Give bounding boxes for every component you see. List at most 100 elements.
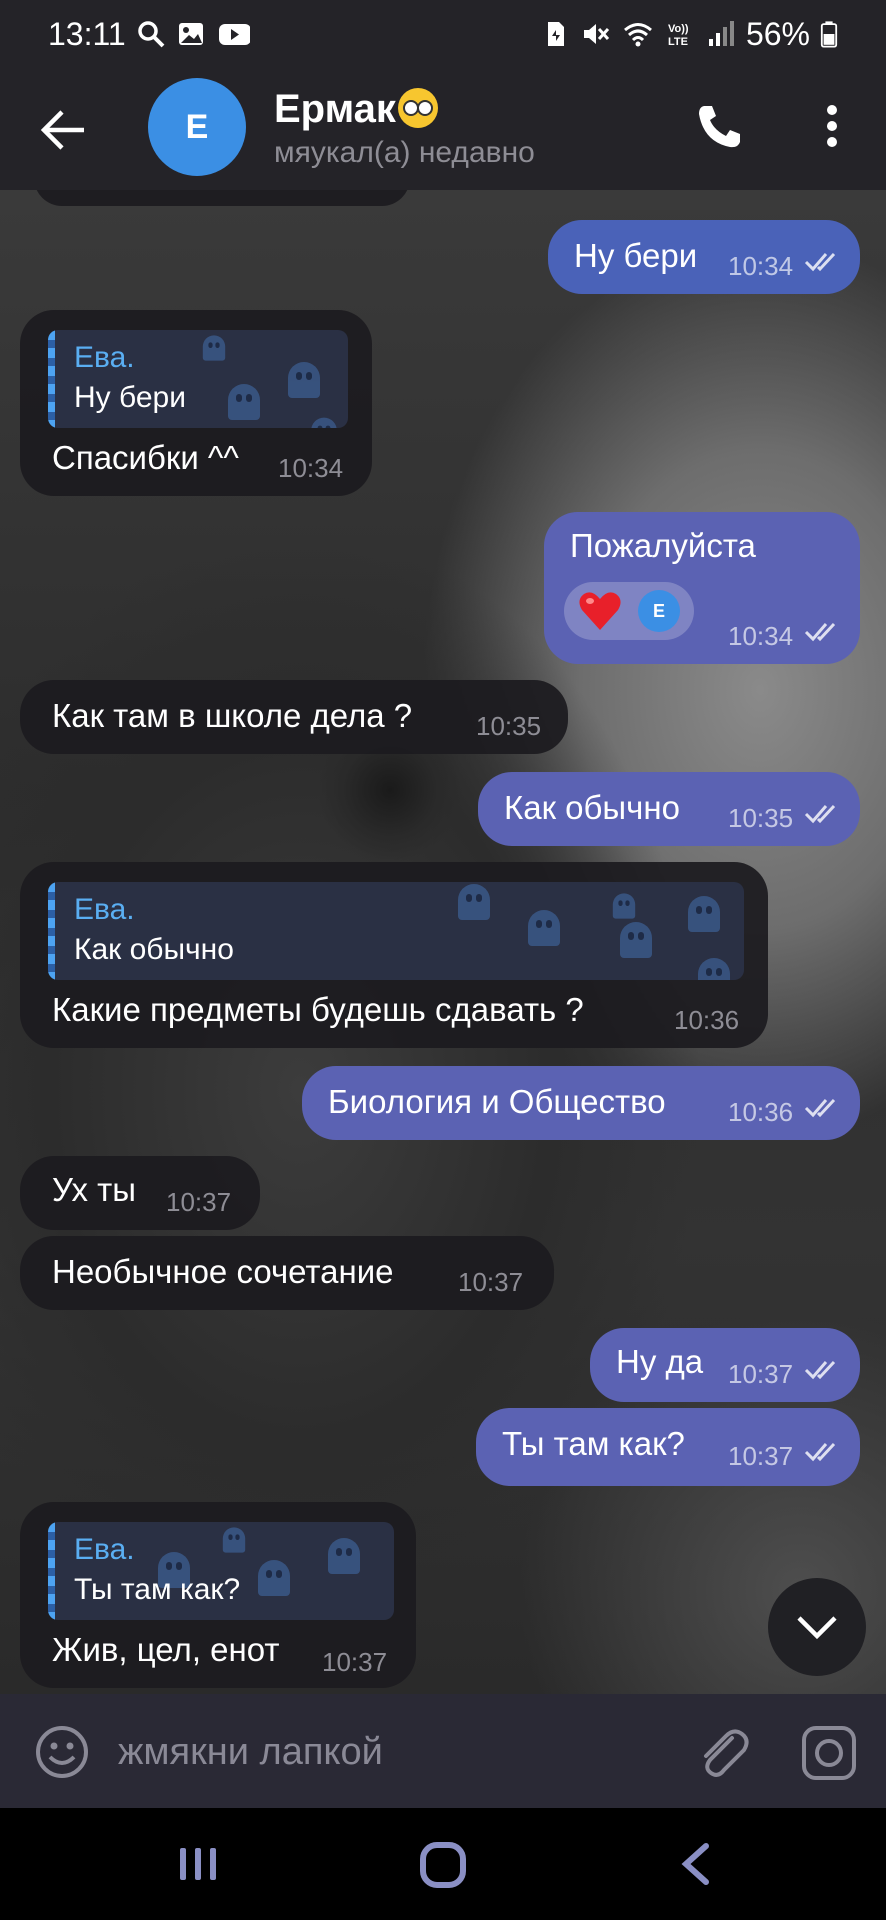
message-time: 10:35 — [476, 711, 542, 741]
message-time: 10:37 — [458, 1267, 524, 1297]
message-text: Ух ты — [52, 1171, 136, 1208]
reply-text: Как обычно — [74, 933, 234, 966]
scroll-to-bottom-button[interactable] — [768, 1578, 866, 1676]
contact-status: мяукал(а) недавно — [274, 136, 535, 169]
reply-author: Ева. — [74, 341, 135, 374]
reply-bar — [48, 330, 55, 428]
eye-roll-emoji-icon — [397, 88, 438, 128]
camera-icon[interactable] — [800, 1724, 858, 1782]
double-check-icon — [804, 1098, 836, 1118]
double-check-icon — [804, 804, 836, 824]
message-text: Биология и Общество — [328, 1083, 666, 1120]
message-time: 10:35 — [728, 803, 794, 833]
reaction-avatar: E — [638, 590, 680, 632]
message-text: Жив, цел, енот — [52, 1631, 280, 1668]
more-vert-icon[interactable] — [810, 100, 854, 152]
phone-icon[interactable] — [694, 100, 746, 152]
ghost-pattern-icon — [698, 958, 730, 980]
contact-name: Ермак — [274, 87, 396, 131]
nav-back-icon[interactable] — [676, 1840, 716, 1888]
double-check-icon — [804, 1360, 836, 1380]
message-time: 10:36 — [728, 1097, 794, 1127]
double-check-icon — [804, 622, 836, 642]
message-text: Ну да — [616, 1343, 704, 1380]
chevron-down-icon — [797, 1616, 837, 1640]
svg-text:Vo)): Vo)) — [668, 23, 689, 35]
message-incoming[interactable]: Ева. Ну бери Спасибки ^^ 10:34 — [20, 310, 372, 496]
message-text: Ну бери — [574, 237, 698, 274]
message-composer — [0, 1694, 886, 1808]
ghost-pattern-icon — [458, 884, 490, 920]
search-icon — [137, 21, 165, 48]
message-time: 10:34 — [728, 251, 794, 281]
message-incoming[interactable]: Как там в школе дела ? 10:35 — [20, 680, 568, 754]
double-check-icon — [804, 1442, 836, 1462]
message-input[interactable] — [116, 1720, 680, 1784]
battery-percent: 56% — [745, 15, 810, 52]
message-time: 10:37 — [322, 1647, 388, 1677]
svg-text:LTE: LTE — [668, 36, 688, 48]
home-icon[interactable] — [418, 1840, 468, 1890]
ghost-pattern-icon — [612, 893, 636, 919]
heart-icon — [579, 592, 621, 630]
gallery-icon — [178, 23, 203, 45]
message-incoming[interactable]: Необычное сочетание 10:37 — [20, 1236, 554, 1310]
ghost-pattern-icon — [222, 1527, 246, 1553]
message-text: Какие предметы будешь сдавать ? — [52, 991, 584, 1028]
reply-quote[interactable]: Ева. Как обычно — [48, 882, 744, 980]
message-text: Спасибки ^^ — [52, 439, 239, 476]
contact-name-block[interactable]: Ермак — [274, 82, 438, 132]
ghost-pattern-icon — [311, 417, 337, 428]
message-text: Необычное сочетание — [52, 1253, 394, 1290]
recent-apps-icon[interactable] — [176, 1844, 220, 1884]
wifi-icon — [623, 23, 652, 47]
chat-area[interactable]: Ну бери 10:34 Ева. Ну бери Спасибки ^^ 1… — [0, 190, 886, 1694]
ghost-pattern-icon — [202, 335, 226, 361]
ghost-pattern-icon — [258, 1560, 290, 1596]
reply-text: Ну бери — [74, 381, 186, 414]
battery-icon — [820, 21, 838, 48]
message-time: 10:37 — [166, 1187, 232, 1217]
status-time: 13:11 — [48, 15, 126, 52]
message-text: Ты там как? — [502, 1425, 685, 1462]
volte-icon: Vo)) LTE — [668, 23, 689, 48]
message-outgoing[interactable]: Ну бери 10:34 — [548, 220, 860, 294]
message-time: 10:34 — [278, 453, 344, 483]
paperclip-icon[interactable] — [692, 1722, 752, 1782]
ghost-pattern-icon — [528, 910, 560, 946]
emoji-icon[interactable] — [34, 1724, 90, 1780]
message-outgoing[interactable]: Ну да 10:37 — [590, 1328, 860, 1402]
reply-author: Ева. — [74, 1533, 135, 1566]
message-outgoing[interactable]: Биология и Общество 10:36 — [302, 1066, 860, 1140]
message-incoming[interactable]: Ева. Ты там как? Жив, цел, енот 10:37 — [20, 1502, 416, 1688]
message-incoming[interactable]: Ева. Как обычно Какие предметы будешь сд… — [20, 862, 768, 1048]
message-time: 10:34 — [728, 621, 794, 651]
reply-bar — [48, 882, 55, 980]
message-time: 10:37 — [728, 1359, 794, 1389]
reply-quote[interactable]: Ева. Ты там как? — [48, 1522, 394, 1620]
youtube-icon — [218, 24, 250, 45]
message-text: Пожалуйста — [570, 527, 756, 564]
ghost-pattern-icon — [620, 922, 652, 958]
message-time: 10:37 — [728, 1441, 794, 1471]
message-time: 10:36 — [674, 1005, 740, 1035]
reply-quote[interactable]: Ева. Ну бери — [48, 330, 348, 428]
ghost-pattern-icon — [288, 362, 320, 398]
message-outgoing[interactable]: Ты там как? 10:37 — [476, 1408, 860, 1486]
contact-avatar[interactable]: E — [148, 78, 246, 176]
message-text: Как там в школе дела ? — [52, 697, 413, 734]
status-bar: 13:11 Vo)) LTE 56% — [0, 0, 886, 68]
sim-icon — [547, 22, 564, 46]
message-incoming[interactable]: Ух ты 10:37 — [20, 1156, 260, 1230]
ghost-pattern-icon — [328, 1538, 360, 1574]
chat-header: E Ермак мяукал(а) недавно — [0, 68, 886, 190]
back-arrow-icon[interactable] — [38, 104, 90, 156]
message-outgoing[interactable]: Как обычно 10:35 — [478, 772, 860, 846]
reply-author: Ева. — [74, 893, 135, 926]
double-check-icon — [804, 252, 836, 272]
ghost-pattern-icon — [228, 384, 260, 420]
reply-bar — [48, 1522, 55, 1620]
ghost-pattern-icon — [688, 896, 720, 932]
message-outgoing[interactable]: Пожалуйста E 10:34 — [544, 512, 860, 664]
reaction-chip[interactable]: E — [564, 582, 694, 640]
